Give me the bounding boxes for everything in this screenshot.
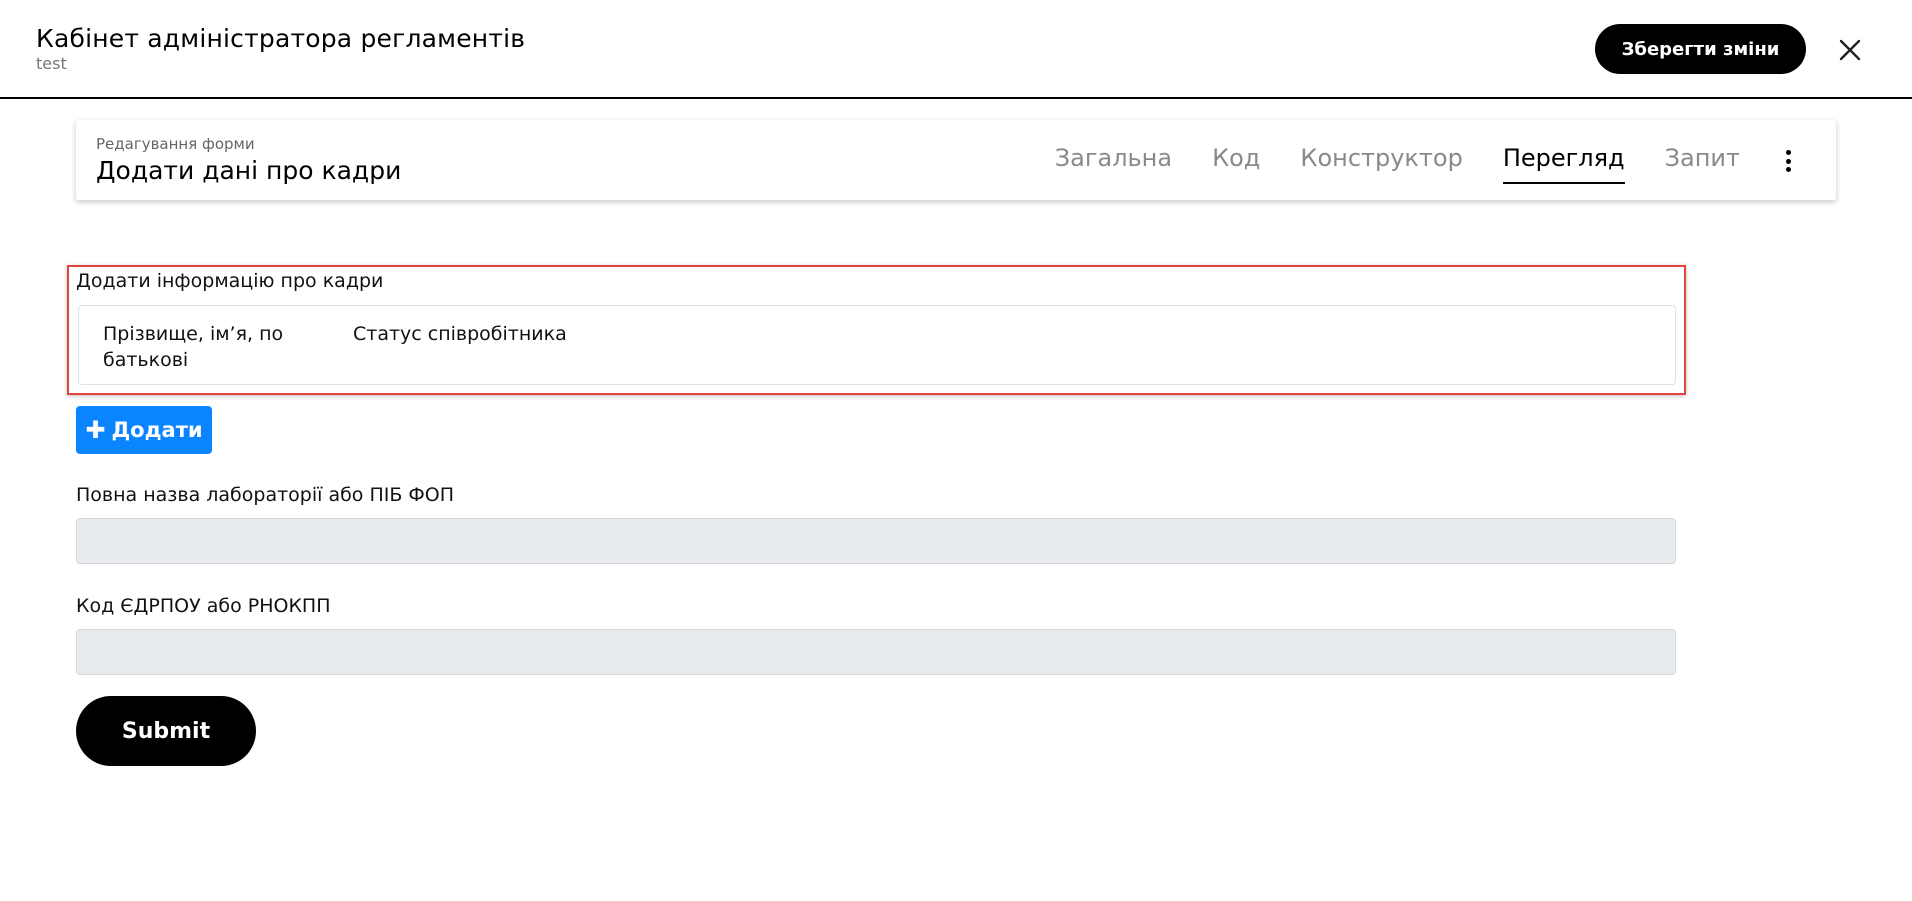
- tab-request[interactable]: Запит: [1665, 140, 1740, 184]
- data-grid-label: Додати інформацію про кадри: [76, 270, 384, 292]
- more-dot: [1785, 158, 1791, 164]
- column-header-employee-status: Статус співробітника: [353, 323, 567, 345]
- form-title: Додати дані про кадри: [96, 156, 402, 185]
- app-header: Кабінет адміністратора регламентів test …: [0, 0, 1912, 99]
- edrpou-input[interactable]: [76, 629, 1676, 675]
- plus-icon: ✚: [85, 416, 106, 444]
- tab-preview[interactable]: Перегляд: [1502, 140, 1625, 184]
- close-button[interactable]: [1834, 34, 1866, 66]
- more-vertical-icon[interactable]: [1776, 148, 1800, 174]
- add-row-button[interactable]: ✚ Додати: [76, 406, 212, 454]
- submit-button[interactable]: Submit: [76, 696, 256, 766]
- tab-builder[interactable]: Конструктор: [1300, 140, 1462, 184]
- lab-name-input[interactable]: [76, 518, 1676, 564]
- lab-name-label: Повна назва лабораторії або ПІБ ФОП: [76, 484, 455, 506]
- save-changes-button[interactable]: Зберегти зміни: [1595, 24, 1806, 74]
- more-dot: [1785, 167, 1791, 172]
- tab-general[interactable]: Загальна: [1055, 140, 1172, 184]
- app-subtitle: test: [36, 54, 67, 73]
- close-icon: [1839, 39, 1861, 61]
- form-edit-caption: Редагування форми: [96, 135, 255, 153]
- app-title: Кабінет адміністратора регламентів: [36, 24, 526, 53]
- more-dot: [1785, 150, 1791, 155]
- form-header-card: Редагування форми Додати дані про кадри …: [76, 120, 1836, 200]
- add-row-label: Додати: [111, 418, 203, 442]
- tab-code[interactable]: Код: [1212, 140, 1260, 184]
- edrpou-label: Код ЄДРПОУ або РНОКПП: [76, 595, 331, 617]
- form-tabs: Загальна Код Конструктор Перегляд Запит: [1055, 140, 1740, 184]
- column-header-full-name: Прізвище, ім’я, по батькові: [103, 323, 284, 371]
- data-grid-table: Прізвище, ім’я, по батькові Статус співр…: [78, 305, 1676, 385]
